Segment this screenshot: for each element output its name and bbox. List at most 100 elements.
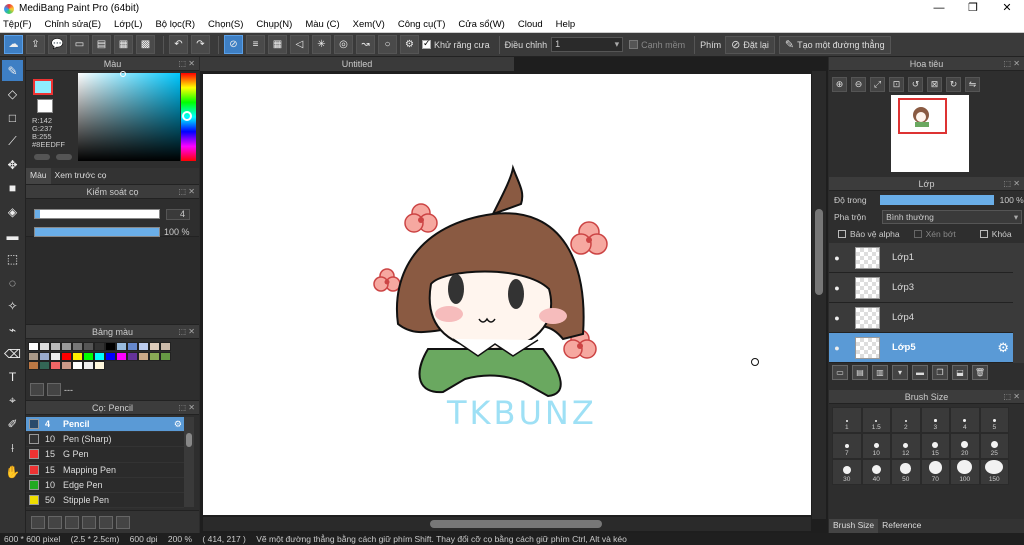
palette-swatch[interactable]	[39, 342, 50, 351]
menu-filter[interactable]: Bộ lọc(R)	[155, 19, 195, 30]
brush-list-item[interactable]: 15 G Pen	[26, 447, 184, 463]
curve-snap-icon[interactable]: ↝	[356, 35, 375, 54]
eyedropper-tool-icon[interactable]: ✐	[2, 414, 23, 435]
layer-row[interactable]: ● Lớp5 ⚙	[829, 333, 1013, 363]
shape-tool-icon[interactable]: □	[2, 107, 23, 128]
palette-swatch[interactable]	[50, 342, 61, 351]
palette-swatch[interactable]	[72, 351, 83, 361]
layer-opacity-slider[interactable]	[879, 194, 994, 205]
rotate-right-icon[interactable]: ↻	[946, 76, 961, 92]
delete-palette-icon[interactable]	[47, 383, 61, 396]
panel-menu-icon[interactable]: ⬚ ✕	[1004, 390, 1020, 404]
menu-help[interactable]: Help	[556, 19, 576, 30]
reset-rotation-icon[interactable]: ⊠	[927, 76, 942, 92]
brush-size-preset[interactable]: 50	[891, 459, 921, 485]
gradient-tool-icon[interactable]: ▬	[2, 225, 23, 246]
radial-snap-icon[interactable]: ✳	[312, 35, 331, 54]
brush-list-item[interactable]: 4 Pencil ⚙	[26, 417, 184, 433]
brush-list-item[interactable]: 15 Mapping Pen	[26, 462, 184, 478]
visibility-eye-icon[interactable]: ●	[829, 313, 845, 323]
antialias-checkbox[interactable]	[422, 38, 431, 49]
brush-file-icon[interactable]	[65, 515, 79, 529]
brush-size-preset[interactable]: 20	[950, 433, 980, 459]
tab-brush-preview[interactable]: Xem trước cọ	[51, 168, 111, 184]
select-tool-icon[interactable]: ⬚	[2, 249, 23, 270]
comic-panel-icon[interactable]: ▦	[114, 35, 133, 54]
circle-snap-icon[interactable]: ○	[378, 35, 397, 54]
palette-swatch[interactable]	[50, 351, 61, 361]
comment-icon[interactable]: 💬	[48, 35, 67, 54]
share-icon[interactable]: ⇪	[26, 35, 45, 54]
parallel-snap-icon[interactable]: ≡	[246, 35, 265, 54]
palette-swatch[interactable]	[94, 361, 105, 370]
palette-swatch[interactable]	[61, 342, 72, 351]
palette-swatch[interactable]	[105, 351, 116, 361]
menu-color[interactable]: Màu (C)	[305, 19, 339, 30]
palette-swatch[interactable]	[116, 351, 127, 361]
menu-edit[interactable]: Chỉnh sửa(E)	[45, 19, 102, 30]
brush-size-preset[interactable]: 7	[832, 433, 862, 459]
divide-tool-icon[interactable]: ⌖	[2, 390, 23, 411]
brush-tool-icon[interactable]: ✎	[2, 60, 23, 81]
brush-size-slider[interactable]	[34, 209, 160, 219]
visibility-eye-icon[interactable]: ●	[829, 283, 845, 293]
panel-menu-icon[interactable]: ⬚ ✕	[179, 57, 195, 71]
palette-swatch[interactable]	[50, 361, 61, 370]
adjust-select[interactable]: 1	[551, 37, 624, 52]
select-pen-tool-icon[interactable]: ⌁	[2, 320, 23, 341]
brush-size-value[interactable]: 4	[166, 209, 190, 220]
snap-settings-icon[interactable]: ⚙	[400, 35, 419, 54]
palette-swatch[interactable]	[83, 351, 94, 361]
add-brush-icon[interactable]	[31, 515, 45, 529]
brush-list-item[interactable]: 10 Pen (Sharp)	[26, 432, 184, 448]
panel-menu-icon[interactable]: ⬚ ✕	[179, 325, 195, 339]
new-8bit-layer-icon[interactable]: ▤	[852, 365, 868, 380]
palette-swatch[interactable]	[116, 342, 127, 351]
restore-button[interactable]: ❐	[956, 0, 990, 17]
palette-swatch[interactable]	[160, 342, 171, 351]
brush-list-item[interactable]: 10 Edge Pen	[26, 477, 184, 493]
palette-swatch[interactable]	[94, 342, 105, 351]
snap-panel-icon[interactable]: ▭	[70, 35, 89, 54]
background-color-swatch[interactable]	[37, 99, 53, 113]
brush-size-preset[interactable]: 15	[920, 433, 950, 459]
snap-off-icon[interactable]: ⊘	[224, 35, 243, 54]
move-tool-icon[interactable]: ✥	[2, 154, 23, 175]
brush-size-preset[interactable]: 2	[891, 407, 921, 433]
select-eraser-tool-icon[interactable]: ⌫	[2, 343, 23, 364]
canvas-vertical-scrollbar[interactable]	[812, 71, 826, 519]
tab-brush-size[interactable]: Brush Size	[829, 519, 879, 533]
brush-size-preset[interactable]: 10	[861, 433, 891, 459]
layer-row[interactable]: ● Lớp3	[829, 273, 1013, 303]
clipping-checkbox[interactable]	[913, 229, 922, 238]
menu-tools[interactable]: Công cụ(T)	[398, 19, 446, 30]
brush-size-preset[interactable]: 40	[861, 459, 891, 485]
brush-list-item[interactable]: 50 Stipple Pen	[26, 492, 184, 509]
palette-swatch[interactable]	[138, 342, 149, 351]
delete-brush-icon[interactable]	[116, 515, 130, 529]
tab-color[interactable]: Màu	[26, 168, 51, 184]
straight-line-button[interactable]: ✎ Tạo một đường thẳng	[778, 35, 891, 54]
undo-icon[interactable]: ↶	[169, 35, 188, 54]
palette-swatch[interactable]	[94, 351, 105, 361]
palette-swatch[interactable]	[149, 351, 160, 361]
new-color-layer-icon[interactable]: ▭	[832, 365, 848, 380]
brush-size-preset[interactable]: 1	[832, 407, 862, 433]
layer-row[interactable]: ● Lớp1	[829, 243, 1013, 273]
palette-swatch[interactable]	[72, 361, 83, 370]
brush-size-preset[interactable]: 4	[950, 407, 980, 433]
protect-alpha-checkbox[interactable]	[838, 229, 846, 238]
brush-size-preset[interactable]: 100	[950, 459, 980, 485]
magic-wand-tool-icon[interactable]: ✧	[2, 296, 23, 317]
saturation-value-picker[interactable]	[78, 73, 180, 161]
rotate-left-icon[interactable]: ↺	[908, 76, 923, 92]
palette-swatch[interactable]	[39, 361, 50, 370]
palette-swatch[interactable]	[105, 342, 116, 351]
copy-brush-icon[interactable]	[99, 515, 113, 529]
palette-swatch[interactable]	[28, 351, 39, 361]
page-icon[interactable]: ▤	[92, 35, 111, 54]
menu-layer[interactable]: Lớp(L)	[114, 19, 142, 30]
palette-swatch[interactable]	[28, 342, 39, 351]
navigator-viewport-rect[interactable]	[898, 98, 947, 134]
fill-rect-tool-icon[interactable]: ■	[2, 178, 23, 199]
